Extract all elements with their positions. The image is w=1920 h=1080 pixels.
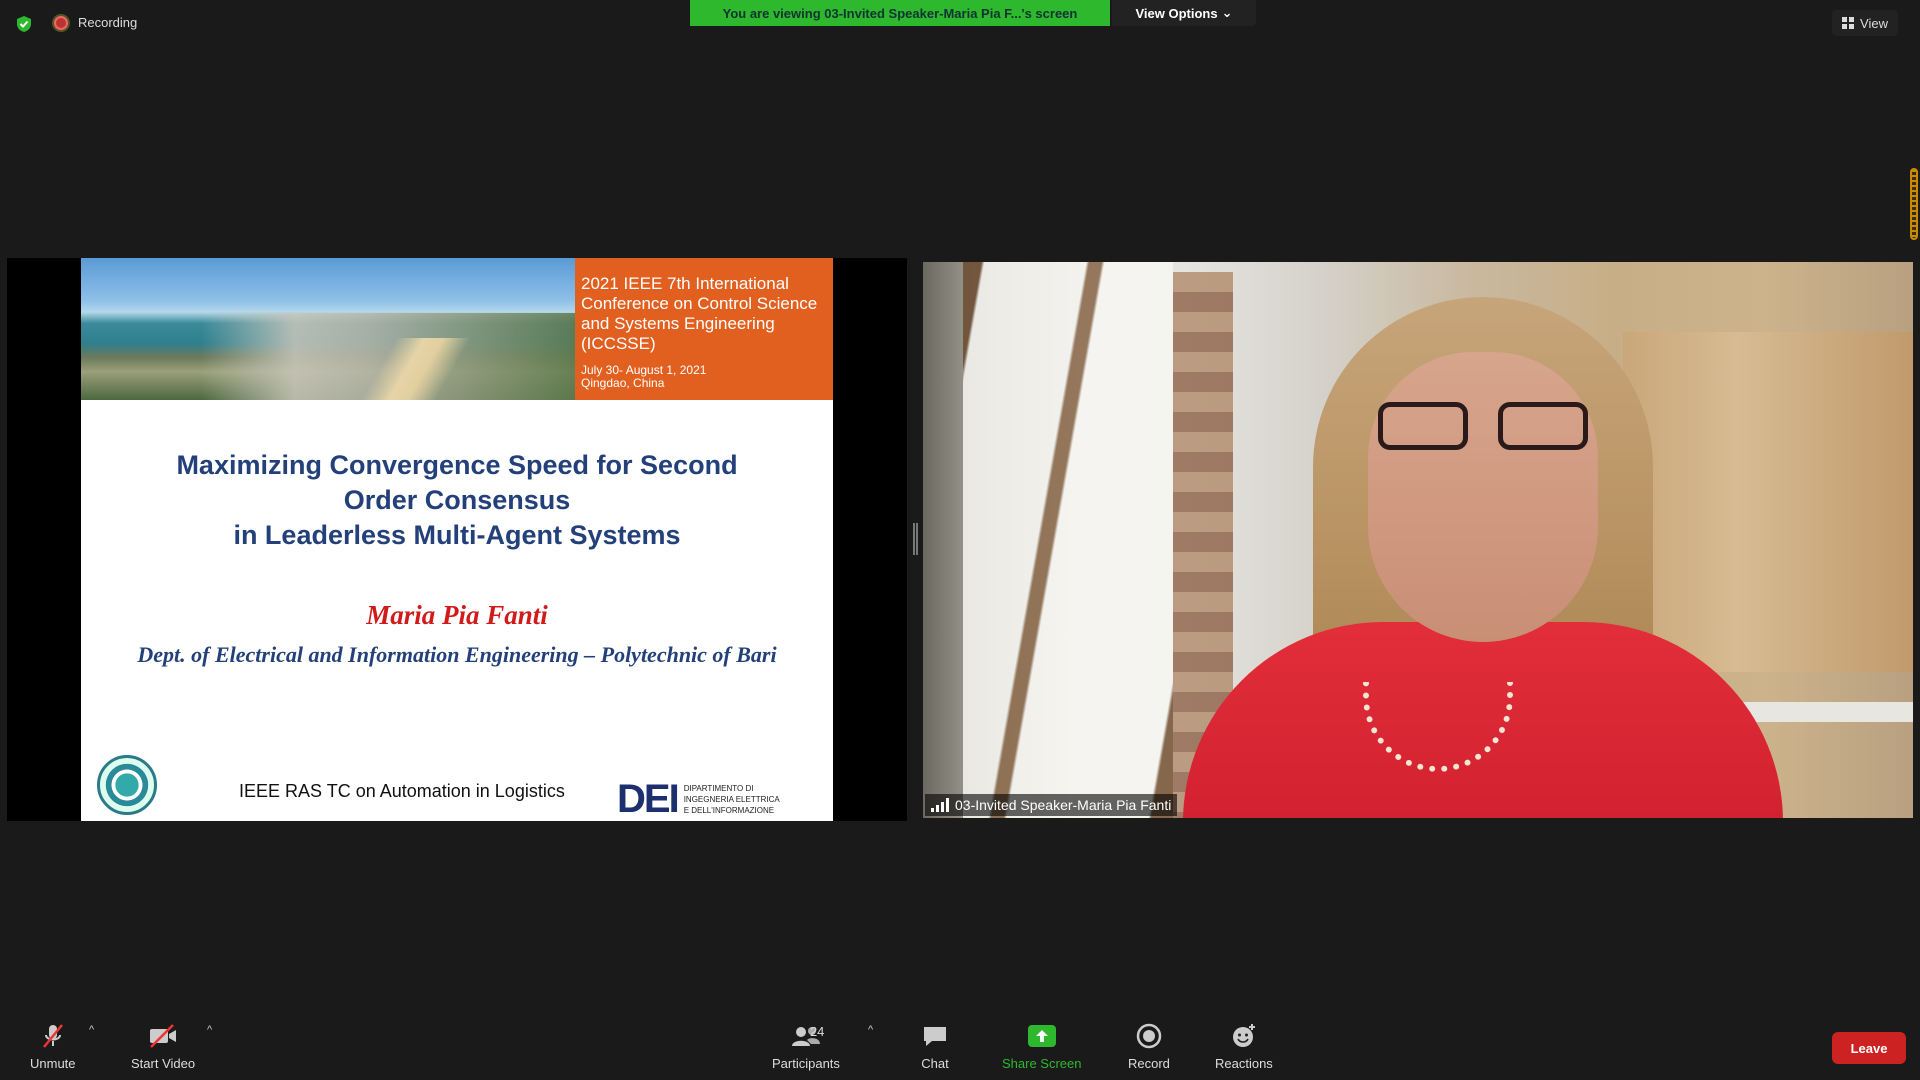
dei-line1: DIPARTIMENTO DI (683, 783, 754, 793)
conference-location: Qingdao, China (581, 376, 665, 390)
record-label: Record (1128, 1056, 1170, 1071)
slide-title: Maximizing Convergence Speed for Second … (176, 450, 738, 550)
share-screen-label: Share Screen (1002, 1056, 1082, 1071)
leave-button[interactable]: Leave (1832, 1032, 1906, 1064)
muted-microphone-icon (42, 1024, 63, 1048)
participants-chevron-up-icon[interactable]: ^ (868, 1024, 873, 1036)
unmute-button[interactable]: Unmute (30, 1022, 76, 1071)
participant-name: 03-Invited Speaker-Maria Pia Fanti (955, 797, 1172, 813)
panel-splitter-handle[interactable] (913, 523, 918, 555)
start-video-button[interactable]: Start Video (131, 1022, 195, 1071)
dei-mark: DEI (617, 777, 680, 821)
dei-line2: INGEGNERIA ELETTRICA (683, 794, 780, 804)
chat-icon (924, 1027, 946, 1046)
audio-options-chevron-up-icon[interactable]: ^ (89, 1024, 94, 1036)
speaker-glasses (1378, 402, 1588, 450)
start-video-label: Start Video (131, 1056, 196, 1071)
participants-button[interactable]: 24 Participants (772, 1022, 840, 1071)
recording-dot-icon (54, 15, 68, 30)
cabinet-background (1623, 332, 1913, 672)
reactions-label: Reactions (1215, 1056, 1273, 1071)
participant-video[interactable]: 03-Invited Speaker-Maria Pia Fanti (923, 262, 1913, 818)
zoom-meeting-window: Recording You are viewing 03-Invited Spe… (0, 0, 1920, 1080)
dei-logo: DEI DIPARTIMENTO DI INGEGNERIA ELETTRICA… (617, 777, 780, 821)
slide-author: Maria Pia Fanti (366, 600, 548, 630)
chat-label: Chat (921, 1056, 949, 1071)
grid-view-icon (1842, 17, 1855, 29)
coastline-photo (81, 258, 575, 400)
chat-button[interactable]: Chat (919, 1022, 951, 1071)
chevron-down-icon: ⌄ (1221, 5, 1233, 20)
unmute-label: Unmute (30, 1056, 76, 1071)
photo-beach-area (341, 338, 491, 400)
video-off-icon (150, 1024, 177, 1048)
reactions-button[interactable]: Reactions (1215, 1022, 1273, 1071)
recording-label: Recording (78, 15, 138, 30)
conference-banner: 2021 IEEE 7th International Conference o… (575, 258, 833, 400)
view-options-label: View Options (1135, 5, 1218, 21)
speaker-face (1368, 352, 1598, 642)
viewing-screen-banner: You are viewing 03-Invited Speaker-Maria… (690, 0, 1110, 26)
presentation-slide: 2021 IEEE 7th International Conference o… (81, 258, 833, 821)
recording-indicator[interactable]: Recording (54, 15, 137, 30)
record-icon (1136, 1023, 1162, 1049)
conference-title: 2021 IEEE 7th International Conference o… (581, 274, 818, 353)
participant-name-tag: 03-Invited Speaker-Maria Pia Fanti (925, 794, 1178, 816)
record-button[interactable]: Record (1128, 1022, 1170, 1071)
share-screen-icon (1027, 1025, 1056, 1047)
leave-label: Leave (1850, 1040, 1888, 1056)
view-label: View (1860, 15, 1888, 31)
signal-strength-icon (931, 798, 949, 812)
security-shield-icon[interactable] (15, 15, 33, 33)
side-scroll-handle[interactable] (1910, 168, 1918, 240)
window-background (963, 262, 1173, 818)
video-options-chevron-up-icon[interactable]: ^ (207, 1024, 212, 1036)
slide-department: Dept. of Electrical and Information Engi… (137, 642, 777, 667)
view-button[interactable]: View (1832, 10, 1898, 36)
share-screen-button[interactable]: Share Screen (1002, 1022, 1082, 1071)
dei-line3: E DELL'INFORMAZIONE (683, 805, 775, 815)
participant-count: 24 (809, 1024, 825, 1039)
viewing-banner-text: You are viewing 03-Invited Speaker-Maria… (722, 5, 1078, 21)
participants-label: Participants (772, 1056, 840, 1071)
view-options-button[interactable]: View Options ⌄ (1112, 0, 1256, 26)
slide-footer: IEEE RAS TC on Automation in Logistics (239, 781, 565, 801)
meeting-toolbar: Unmute ^ Start Video ^ 24 Participants ^… (0, 1010, 1920, 1080)
reactions-emoji-icon (1232, 1024, 1255, 1047)
shared-screen: 2021 IEEE 7th International Conference o… (7, 258, 907, 821)
dei-text: DIPARTIMENTO DI INGEGNERIA ELETTRICA E D… (684, 783, 780, 816)
ieee-ras-gear-logo (97, 755, 157, 815)
